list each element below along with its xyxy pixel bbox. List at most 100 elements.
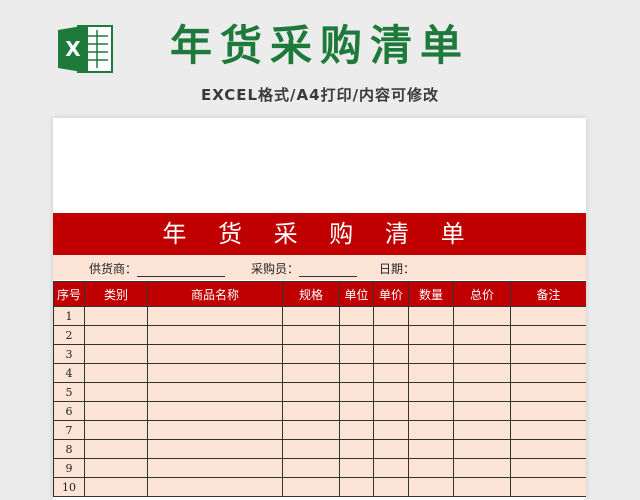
table-cell[interactable] <box>282 382 340 402</box>
buyer-field[interactable]: 采购员： <box>251 260 358 277</box>
table-cell[interactable] <box>147 458 283 478</box>
table-cell[interactable] <box>453 306 511 326</box>
row-number-cell[interactable]: 1 <box>53 306 85 326</box>
table-cell[interactable] <box>408 458 454 478</box>
table-cell[interactable] <box>339 439 374 459</box>
table-cell[interactable] <box>84 439 148 459</box>
table-cell[interactable] <box>339 363 374 383</box>
table-cell[interactable] <box>282 401 340 421</box>
table-cell[interactable] <box>373 325 409 345</box>
table-cell[interactable] <box>510 363 586 383</box>
table-cell[interactable] <box>339 420 374 440</box>
supplier-field[interactable]: 供货商： <box>89 260 226 277</box>
table-cell[interactable] <box>147 344 283 364</box>
row-number-cell[interactable]: 3 <box>53 344 85 364</box>
table-cell[interactable] <box>408 325 454 345</box>
table-cell[interactable] <box>147 325 283 345</box>
table-cell[interactable] <box>147 477 283 497</box>
table-cell[interactable] <box>510 420 586 440</box>
column-header[interactable]: 规格 <box>282 281 340 307</box>
table-cell[interactable] <box>510 325 586 345</box>
table-cell[interactable] <box>282 458 340 478</box>
table-cell[interactable] <box>510 477 586 497</box>
row-number-cell[interactable]: 8 <box>53 439 85 459</box>
table-cell[interactable] <box>408 306 454 326</box>
table-cell[interactable] <box>282 439 340 459</box>
table-cell[interactable] <box>453 439 511 459</box>
row-number-cell[interactable]: 10 <box>53 477 85 497</box>
table-cell[interactable] <box>510 344 586 364</box>
table-cell[interactable] <box>147 420 283 440</box>
column-header[interactable]: 单价 <box>373 281 409 307</box>
column-header[interactable]: 总价 <box>453 281 511 307</box>
table-cell[interactable] <box>373 363 409 383</box>
table-cell[interactable] <box>408 439 454 459</box>
table-cell[interactable] <box>453 325 511 345</box>
table-cell[interactable] <box>282 306 340 326</box>
date-field[interactable]: 日期： <box>379 260 415 277</box>
table-cell[interactable] <box>147 306 283 326</box>
table-cell[interactable] <box>282 363 340 383</box>
table-cell[interactable] <box>84 344 148 364</box>
column-header[interactable]: 数量 <box>408 281 454 307</box>
column-header[interactable]: 商品名称 <box>147 281 283 307</box>
column-header[interactable]: 单位 <box>339 281 374 307</box>
table-cell[interactable] <box>282 477 340 497</box>
table-cell[interactable] <box>510 401 586 421</box>
table-cell[interactable] <box>282 344 340 364</box>
table-cell[interactable] <box>339 344 374 364</box>
table-cell[interactable] <box>282 325 340 345</box>
table-cell[interactable] <box>373 306 409 326</box>
table-cell[interactable] <box>84 382 148 402</box>
table-cell[interactable] <box>339 325 374 345</box>
table-cell[interactable] <box>453 382 511 402</box>
table-cell[interactable] <box>510 439 586 459</box>
table-cell[interactable] <box>84 458 148 478</box>
table-cell[interactable] <box>147 439 283 459</box>
table-cell[interactable] <box>453 458 511 478</box>
table-cell[interactable] <box>147 382 283 402</box>
column-header[interactable]: 备注 <box>510 281 586 307</box>
table-cell[interactable] <box>84 420 148 440</box>
table-cell[interactable] <box>408 477 454 497</box>
table-cell[interactable] <box>84 477 148 497</box>
table-cell[interactable] <box>339 458 374 478</box>
table-cell[interactable] <box>84 306 148 326</box>
row-number-cell[interactable]: 6 <box>53 401 85 421</box>
table-cell[interactable] <box>453 363 511 383</box>
table-cell[interactable] <box>453 420 511 440</box>
table-cell[interactable] <box>373 401 409 421</box>
column-header[interactable]: 序号 <box>53 281 85 307</box>
table-cell[interactable] <box>373 439 409 459</box>
table-cell[interactable] <box>373 458 409 478</box>
table-cell[interactable] <box>147 363 283 383</box>
table-cell[interactable] <box>84 363 148 383</box>
table-cell[interactable] <box>147 401 283 421</box>
table-cell[interactable] <box>339 382 374 402</box>
table-cell[interactable] <box>510 382 586 402</box>
table-cell[interactable] <box>408 401 454 421</box>
table-cell[interactable] <box>339 477 374 497</box>
table-cell[interactable] <box>373 382 409 402</box>
table-cell[interactable] <box>408 344 454 364</box>
table-cell[interactable] <box>373 344 409 364</box>
table-cell[interactable] <box>84 325 148 345</box>
table-cell[interactable] <box>408 363 454 383</box>
table-cell[interactable] <box>408 382 454 402</box>
table-cell[interactable] <box>373 420 409 440</box>
table-cell[interactable] <box>453 401 511 421</box>
table-cell[interactable] <box>282 420 340 440</box>
column-header[interactable]: 类别 <box>84 281 148 307</box>
table-cell[interactable] <box>453 477 511 497</box>
row-number-cell[interactable]: 4 <box>53 363 85 383</box>
row-number-cell[interactable]: 2 <box>53 325 85 345</box>
table-cell[interactable] <box>408 420 454 440</box>
table-cell[interactable] <box>84 401 148 421</box>
row-number-cell[interactable]: 7 <box>53 420 85 440</box>
table-cell[interactable] <box>339 401 374 421</box>
table-cell[interactable] <box>453 344 511 364</box>
table-cell[interactable] <box>373 477 409 497</box>
table-cell[interactable] <box>510 458 586 478</box>
table-cell[interactable] <box>339 306 374 326</box>
row-number-cell[interactable]: 5 <box>53 382 85 402</box>
